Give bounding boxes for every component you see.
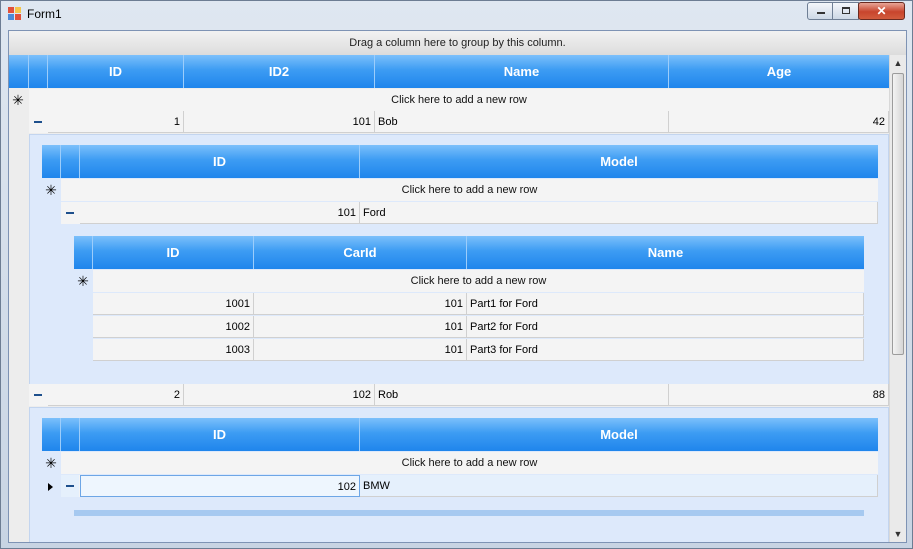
scroll-up-button[interactable]: ▲ — [890, 55, 906, 72]
nested-grid-header-bar — [74, 510, 864, 516]
app-window: Form1 ✕ Drag a column here to group by t… — [0, 0, 913, 549]
column-header-age[interactable]: Age — [669, 55, 889, 88]
new-row-icon: ✳ — [77, 273, 89, 289]
table-row[interactable]: 1 101 Bob 42 — [29, 111, 889, 133]
cell-id2[interactable]: 101 — [184, 111, 375, 133]
detail-panel: ID Model ✳ Click here to add a new row 1… — [29, 407, 889, 542]
column-header-carid[interactable]: CarId — [254, 236, 467, 269]
collapse-icon[interactable] — [29, 111, 47, 133]
collapse-icon[interactable] — [29, 384, 47, 406]
table-row[interactable]: 2 102 Rob 88 — [29, 384, 889, 406]
cell-name[interactable]: Part3 for Ford — [467, 339, 864, 361]
cell-id[interactable]: 102 — [80, 475, 360, 497]
grid-area: ID ID2 Name Age ✳ Click here to add a ne… — [9, 55, 889, 542]
cell-id2[interactable]: 102 — [184, 384, 375, 406]
table-row[interactable]: 1003 101 Part3 for Ford — [93, 339, 864, 361]
column-header-id[interactable]: ID — [93, 236, 254, 269]
column-header-id[interactable]: ID — [48, 55, 184, 88]
cell-id[interactable]: 2 — [48, 384, 184, 406]
table-row-selected[interactable]: 102 BMW — [61, 475, 878, 497]
cell-carid[interactable]: 101 — [254, 316, 467, 338]
cell-carid[interactable]: 101 — [254, 293, 467, 315]
cell-id[interactable]: 1001 — [93, 293, 254, 315]
parts-detail-panel: ID CarId Name ✳ Click here to add a new … — [61, 225, 878, 385]
close-button[interactable]: ✕ — [858, 2, 905, 20]
new-row-icon: ✳ — [45, 455, 57, 471]
cell-name[interactable]: Part2 for Ford — [467, 316, 864, 338]
header-spacer — [61, 145, 80, 178]
header-spacer — [74, 236, 93, 269]
cell-id[interactable]: 1002 — [93, 316, 254, 338]
header-spacer — [42, 145, 61, 178]
form-icon — [8, 7, 21, 20]
cell-age[interactable]: 88 — [669, 384, 889, 406]
header-spacer — [61, 418, 80, 451]
column-header-model[interactable]: Model — [360, 418, 878, 451]
new-row-icon: ✳ — [12, 92, 24, 108]
cell-model[interactable]: BMW — [360, 475, 878, 497]
minimize-icon — [817, 12, 825, 14]
table-row[interactable]: 1001 101 Part1 for Ford — [93, 293, 864, 315]
header-spacer — [29, 55, 48, 88]
collapse-icon[interactable] — [61, 475, 79, 497]
column-header-id[interactable]: ID — [80, 418, 360, 451]
cell-name[interactable]: Bob — [375, 111, 669, 133]
add-new-row[interactable]: Click here to add a new row — [61, 452, 878, 474]
table-row[interactable]: 101 Ford — [61, 202, 878, 224]
add-new-row[interactable]: Click here to add a new row — [93, 270, 864, 292]
collapse-icon[interactable] — [61, 202, 79, 224]
cell-age[interactable]: 42 — [669, 111, 889, 133]
detail-panel: ID Model ✳ Click here to add a new row 1… — [29, 134, 889, 404]
minimize-button[interactable] — [807, 2, 833, 20]
title-bar[interactable]: Form1 ✕ — [1, 1, 912, 27]
cell-id[interactable]: 101 — [80, 202, 360, 224]
cell-id[interactable]: 1 — [48, 111, 184, 133]
column-header-id[interactable]: ID — [80, 145, 360, 178]
column-header-id2[interactable]: ID2 — [184, 55, 375, 88]
window-title: Form1 — [27, 7, 62, 21]
current-row-indicator-icon — [48, 483, 53, 491]
maximize-icon — [842, 7, 850, 14]
cell-name[interactable]: Rob — [375, 384, 669, 406]
add-new-row[interactable]: Click here to add a new row — [29, 89, 889, 111]
top-header-row: ID ID2 Name Age — [9, 55, 889, 88]
column-header-name[interactable]: Name — [467, 236, 864, 269]
cell-model[interactable]: Ford — [360, 202, 878, 224]
header-spacer — [42, 418, 61, 451]
maximize-button[interactable] — [832, 2, 859, 20]
cars-header-row: ID Model — [42, 418, 878, 451]
parts-header-row: ID CarId Name — [74, 236, 864, 269]
cell-id[interactable]: 1003 — [93, 339, 254, 361]
column-header-model[interactable]: Model — [360, 145, 878, 178]
close-icon: ✕ — [876, 4, 887, 18]
scroll-down-button[interactable]: ▼ — [890, 526, 906, 542]
add-new-row[interactable]: Click here to add a new row — [61, 179, 878, 201]
group-by-panel[interactable]: Drag a column here to group by this colu… — [9, 31, 906, 56]
cell-carid[interactable]: 101 — [254, 339, 467, 361]
table-row[interactable]: 1002 101 Part2 for Ford — [93, 316, 864, 338]
header-spacer — [9, 55, 29, 88]
scroll-thumb[interactable] — [892, 73, 904, 355]
cell-name[interactable]: Part1 for Ford — [467, 293, 864, 315]
grid-control: Drag a column here to group by this colu… — [8, 30, 907, 543]
column-header-name[interactable]: Name — [375, 55, 669, 88]
cars-header-row: ID Model — [42, 145, 878, 178]
new-row-icon: ✳ — [45, 182, 57, 198]
vertical-scrollbar[interactable]: ▲ ▼ — [889, 55, 906, 542]
